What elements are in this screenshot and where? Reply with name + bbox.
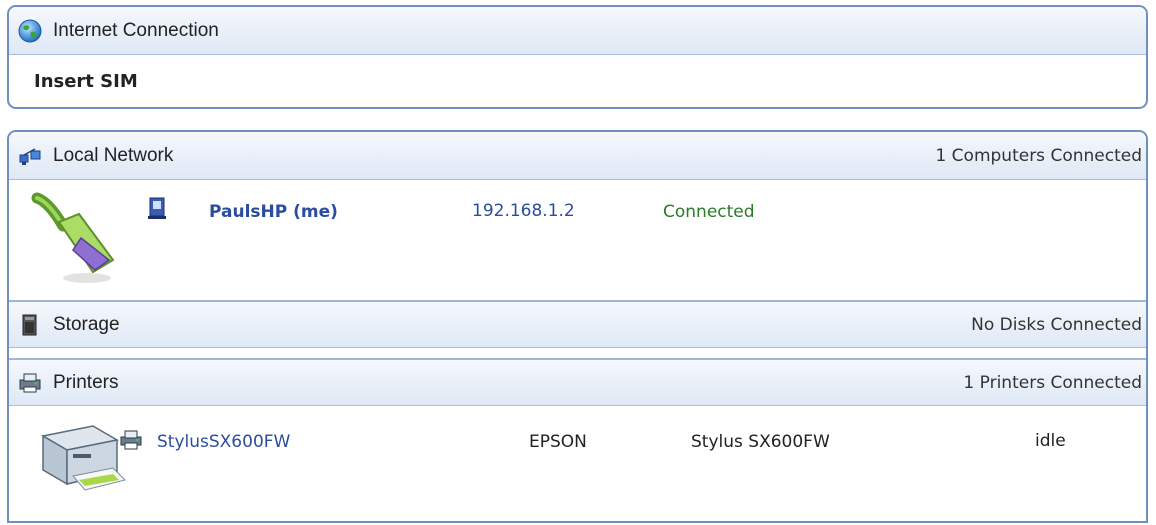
storage-title: Storage — [53, 313, 120, 335]
internet-connection-panel: Internet Connection Insert SIM — [7, 5, 1148, 109]
printer-row[interactable]: StylusSX600FW EPSON Stylus SX600FW idle — [119, 427, 1129, 457]
printer-status: idle — [1035, 431, 1066, 451]
local-network-header[interactable]: Local Network 1 Computers Connected — [9, 132, 1146, 180]
globe-icon — [18, 19, 42, 42]
ethernet-cable-icon — [31, 192, 115, 283]
computer-name[interactable]: PaulsHP (me) — [209, 202, 338, 222]
printer-manufacturer: EPSON — [529, 432, 587, 452]
printer-small-icon — [120, 430, 142, 450]
computer-ip: 192.168.1.2 — [472, 201, 575, 221]
printers-header[interactable]: Printers 1 Printers Connected — [9, 358, 1146, 406]
printer-name[interactable]: StylusSX600FW — [157, 432, 290, 452]
network-icon — [19, 147, 41, 165]
printer-icon — [19, 373, 41, 392]
storage-icon — [22, 314, 37, 335]
local-network-title: Local Network — [53, 144, 174, 166]
printer-large-icon — [40, 425, 126, 491]
storage-header[interactable]: Storage No Disks Connected — [9, 300, 1146, 348]
local-network-panel: Local Network 1 Computers Connected Paul… — [7, 130, 1148, 523]
internet-status[interactable]: Insert SIM — [34, 71, 138, 92]
printers-count: 1 Printers Connected — [963, 372, 1142, 393]
internet-connection-header[interactable]: Internet Connection — [9, 7, 1146, 55]
local-network-count: 1 Computers Connected — [935, 145, 1142, 166]
printer-model: Stylus SX600FW — [691, 432, 830, 452]
printers-title: Printers — [53, 371, 119, 393]
storage-count: No Disks Connected — [971, 314, 1142, 335]
computer-icon — [148, 197, 166, 219]
computer-status: Connected — [663, 202, 755, 222]
internet-connection-title: Internet Connection — [53, 19, 219, 41]
computer-row[interactable]: PaulsHP (me) 192.168.1.2 Connected — [147, 196, 1137, 226]
